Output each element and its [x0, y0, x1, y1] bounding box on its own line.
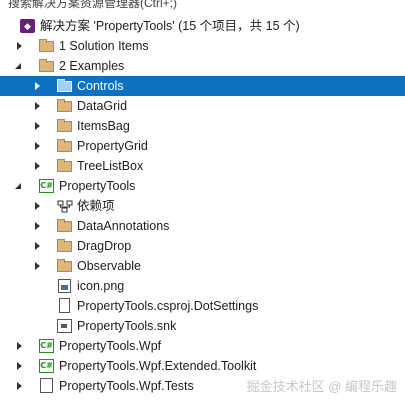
- tree-row-controls[interactable]: Controls: [0, 76, 405, 96]
- tree-row-label: TreeListBox: [77, 159, 144, 173]
- tree-row-label: PropertyGrid: [77, 139, 148, 153]
- expand-arrow-icon[interactable]: [14, 356, 26, 376]
- solution-explorer-tree: ◆ 解决方案 'PropertyTools' (15 个项目，共 15 个) 1…: [0, 16, 405, 396]
- expand-arrow-icon[interactable]: [32, 136, 44, 156]
- tree-row-propertygrid[interactable]: PropertyGrid: [0, 136, 405, 156]
- csharp-project-icon: C#: [39, 359, 55, 373]
- expand-arrow-icon[interactable]: [32, 76, 44, 96]
- expand-arrow-icon[interactable]: [14, 336, 26, 356]
- search-input[interactable]: 搜索解决方案资源管理器(Ctrl+;): [8, 0, 177, 11]
- folder-icon: [57, 219, 73, 233]
- tree-row-label: 解决方案 'PropertyTools' (15 个项目，共 15 个): [40, 19, 300, 33]
- file-icon: [57, 298, 73, 313]
- tree-row-label: 2 Examples: [59, 59, 125, 73]
- tree-row-label: PropertyTools.snk: [77, 319, 177, 333]
- solution-icon: ◆: [20, 19, 36, 33]
- tree-row-observable[interactable]: Observable: [0, 256, 405, 276]
- tree-row-label: 依赖项: [77, 199, 115, 213]
- tree-row-wpf-project[interactable]: C# PropertyTools.Wpf: [0, 336, 405, 356]
- collapse-arrow-icon[interactable]: [14, 176, 26, 196]
- expand-arrow-icon[interactable]: [32, 216, 44, 236]
- tree-row-label: PropertyTools: [59, 179, 136, 193]
- collapse-arrow-icon[interactable]: [14, 56, 26, 76]
- tree-row-label: PropertyTools.Wpf.Extended.Toolkit: [59, 359, 257, 373]
- folder-icon: [57, 259, 73, 273]
- tree-row-examples[interactable]: 2 Examples: [0, 56, 405, 76]
- key-file-icon: [57, 319, 73, 333]
- tree-row-label: DataAnnotations: [77, 219, 170, 233]
- folder-icon: [57, 239, 73, 253]
- tree-row-wpf-extended-toolkit-project[interactable]: C# PropertyTools.Wpf.Extended.Toolkit: [0, 356, 405, 376]
- csharp-project-icon: C#: [39, 179, 55, 193]
- tree-row-dataannotations[interactable]: DataAnnotations: [0, 216, 405, 236]
- expand-arrow-icon[interactable]: [14, 36, 26, 56]
- image-file-icon: [57, 279, 73, 293]
- expand-arrow-icon[interactable]: [32, 156, 44, 176]
- folder-icon: [57, 159, 73, 173]
- expand-arrow-icon[interactable]: [32, 96, 44, 116]
- watermark: 掘金技术社区 @ 编程乐趣: [246, 379, 397, 394]
- tree-row-label: DataGrid: [77, 99, 128, 113]
- tree-row-label: Observable: [77, 259, 141, 273]
- folder-icon: [57, 99, 73, 113]
- csharp-project-icon: C#: [39, 339, 55, 353]
- tree-row-label: PropertyTools.Wpf.Tests: [59, 379, 194, 393]
- expand-arrow-icon[interactable]: [32, 236, 44, 256]
- tree-row-solution[interactable]: ◆ 解决方案 'PropertyTools' (15 个项目，共 15 个): [0, 16, 405, 36]
- folder-icon: [57, 139, 73, 153]
- tree-row-label: ItemsBag: [77, 119, 130, 133]
- expand-arrow-icon[interactable]: [32, 196, 44, 216]
- tree-row-label: 1 Solution Items: [59, 39, 149, 53]
- tree-row-dependencies[interactable]: 依赖项: [0, 196, 405, 216]
- expand-arrow-icon[interactable]: [32, 256, 44, 276]
- search-box[interactable]: 搜索解决方案资源管理器(Ctrl+;): [0, 0, 405, 14]
- dependencies-icon: [57, 199, 73, 213]
- test-project-icon: [39, 378, 55, 393]
- folder-icon: [57, 119, 73, 133]
- tree-row-snk[interactable]: PropertyTools.snk: [0, 316, 405, 336]
- folder-icon: [57, 79, 73, 93]
- tree-row-datagrid[interactable]: DataGrid: [0, 96, 405, 116]
- folder-icon: [39, 39, 55, 53]
- tree-row-itemsbag[interactable]: ItemsBag: [0, 116, 405, 136]
- tree-row-dragdrop[interactable]: DragDrop: [0, 236, 405, 256]
- tree-row-solution-items[interactable]: 1 Solution Items: [0, 36, 405, 56]
- tree-row-label: PropertyTools.csproj.DotSettings: [77, 299, 259, 313]
- expand-arrow-icon[interactable]: [32, 116, 44, 136]
- folder-icon: [39, 59, 55, 73]
- tree-row-label: Controls: [77, 79, 124, 93]
- tree-row-label: PropertyTools.Wpf: [59, 339, 162, 353]
- tree-row-dotsettings[interactable]: PropertyTools.csproj.DotSettings: [0, 296, 405, 316]
- tree-row-icon-png[interactable]: icon.png: [0, 276, 405, 296]
- expand-arrow-icon[interactable]: [14, 376, 26, 396]
- tree-row-label: DragDrop: [77, 239, 132, 253]
- tree-row-treelistbox[interactable]: TreeListBox: [0, 156, 405, 176]
- tree-row-label: icon.png: [77, 279, 125, 293]
- tree-row-propertytools-project[interactable]: C# PropertyTools: [0, 176, 405, 196]
